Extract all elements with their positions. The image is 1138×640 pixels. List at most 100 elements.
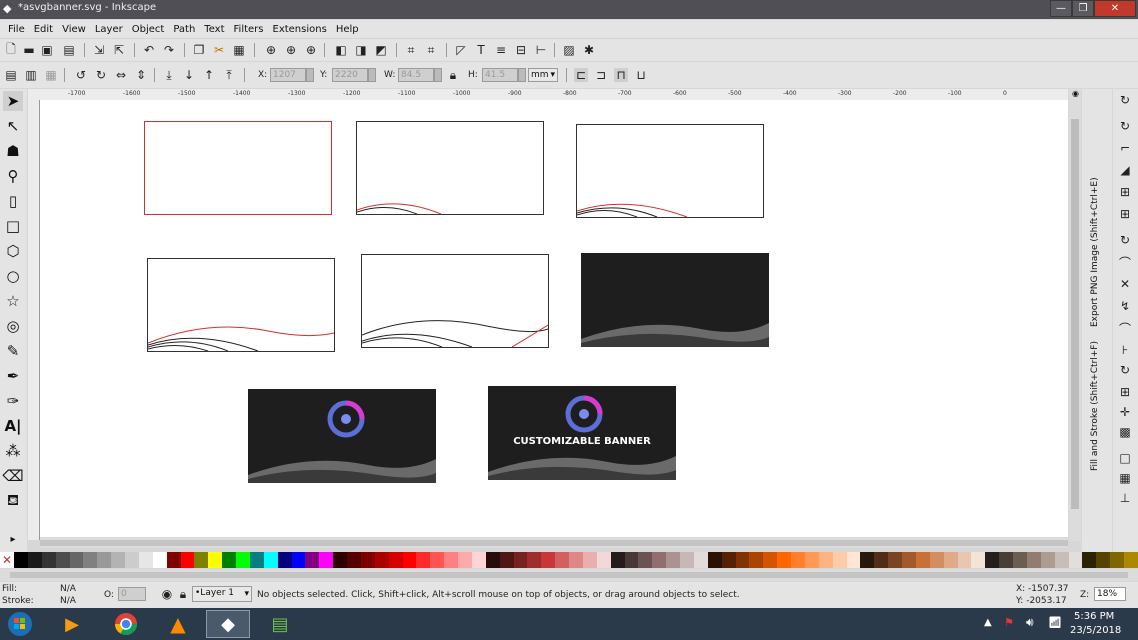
snap-edges-icon[interactable]: ⌐ [1118,141,1132,155]
menu-layer[interactable]: Layer [95,24,123,35]
color-swatch[interactable] [749,552,764,568]
color-swatch[interactable] [902,552,916,568]
color-swatch[interactable] [319,552,334,568]
move-patterns-icon[interactable]: ⊔ [634,68,648,82]
color-swatch[interactable] [416,552,431,568]
objects-icon[interactable]: ⊢ [534,43,548,57]
snap-cusp-icon[interactable]: ↯ [1118,299,1132,313]
color-swatch[interactable] [818,552,833,568]
color-swatch[interactable] [1082,552,1097,568]
zoom-tool-icon[interactable]: ⚲ [3,166,23,186]
pencil-tool-icon[interactable]: ✎ [3,341,23,361]
clock-date[interactable]: 23/5/2018 [1070,625,1121,636]
undo-icon[interactable]: ↶ [142,43,156,57]
w-spin-button[interactable] [434,68,442,82]
color-swatch[interactable] [374,552,389,568]
scroll-thumb[interactable] [40,540,1068,546]
color-swatch[interactable] [222,552,236,568]
color-swatch[interactable] [1054,552,1069,568]
banner-draft-1[interactable] [144,121,332,215]
lower-to-bottom-icon[interactable]: ⤓ [162,68,176,82]
redo-icon[interactable]: ↷ [162,43,176,57]
banner-draft-3[interactable] [576,124,764,218]
color-swatch[interactable] [707,552,722,568]
color-swatch[interactable] [55,552,70,568]
text-tool-icon[interactable]: A| [3,416,23,436]
palette-scrollbar[interactable] [0,569,1138,581]
color-swatch[interactable] [263,552,278,568]
menu-object[interactable]: Object [132,24,165,35]
vertical-ruler[interactable] [28,100,40,540]
select-all-icon[interactable]: ▤ [4,68,18,82]
color-swatch[interactable] [985,552,1000,568]
menu-file[interactable]: File [8,24,25,35]
snap-center-icon[interactable]: ⊞ [1118,207,1132,221]
color-swatch[interactable] [249,552,264,568]
snap-nodes-icon[interactable]: ↻ [1118,233,1132,247]
inkscape-taskbar-button[interactable]: ◆ [206,610,250,638]
menu-edit[interactable]: Edit [34,24,53,35]
zoom-page-icon[interactable]: ⊕ [304,43,318,57]
snap-object-center-icon[interactable]: ⊞ [1118,385,1132,399]
print-icon[interactable]: ▤ [62,43,76,57]
scale-corners-icon[interactable]: ⊐ [594,68,608,82]
chevron-right-icon[interactable]: ▸ [3,529,23,549]
bucket-tool-icon[interactable]: ⛾ [3,491,23,511]
volume-icon[interactable]: 🔊︎ [1026,615,1034,630]
menu-view[interactable]: View [62,24,86,35]
color-swatch[interactable] [1096,552,1111,568]
color-swatch[interactable] [236,552,250,568]
align-distribute-icon[interactable]: ⊟ [514,43,528,57]
snap-corners-icon[interactable]: ◢ [1118,163,1132,177]
color-swatch[interactable] [957,552,972,568]
ungroup-icon[interactable]: ⌗ [424,43,438,57]
color-swatch[interactable] [194,552,209,568]
flip-vertical-icon[interactable]: ⇕ [134,68,148,82]
color-swatch[interactable] [388,552,403,568]
xml-editor-icon[interactable]: ≡ [494,43,508,57]
select-all-layers-icon[interactable]: ▥ [24,68,38,82]
color-swatch[interactable] [652,552,667,568]
color-swatch[interactable] [1013,552,1027,568]
banner-draft-2[interactable] [356,121,544,215]
spiral-tool-icon[interactable]: ◎ [3,316,23,336]
menu-text[interactable]: Text [204,24,224,35]
rotate-cw-icon[interactable]: ↻ [94,68,108,82]
color-swatch[interactable] [152,552,167,568]
duplicate-icon[interactable]: ◧ [334,43,348,57]
color-swatch[interactable] [360,552,375,568]
color-swatch[interactable] [860,552,875,568]
rotate-ccw-icon[interactable]: ↺ [74,68,88,82]
lock-icon[interactable]: 🔒︎ [446,68,460,82]
color-swatch[interactable] [138,552,153,568]
color-swatch[interactable] [277,552,292,568]
vlc-taskbar-button[interactable]: ▲ [156,610,200,638]
color-swatch[interactable] [111,552,125,568]
h-spin-button[interactable] [518,68,526,82]
color-swatch[interactable] [777,552,791,568]
color-swatch[interactable] [14,552,28,568]
flip-horizontal-icon[interactable]: ⇔ [114,68,128,82]
color-swatch[interactable] [874,552,889,568]
color-swatch[interactable] [69,552,84,568]
color-swatch[interactable] [41,552,56,568]
color-swatch[interactable] [624,552,639,568]
color-swatch[interactable] [832,552,847,568]
snap-rotation-center-icon[interactable]: ✛ [1118,405,1132,419]
lock-icon[interactable]: 🔒︎ [176,587,190,601]
snap-line-midpoints-icon[interactable]: ⊦ [1118,343,1132,357]
cut-icon[interactable]: ✂ [212,43,226,57]
document-properties-icon[interactable]: ▨ [562,43,576,57]
banner-final[interactable]: CUSTOMIZABLE BANNER [488,386,676,480]
color-swatch[interactable] [791,552,805,568]
tray-arrow-icon[interactable]: ▲ [984,617,992,628]
snap-bbox-icon[interactable]: ↻ [1118,119,1132,133]
snap-toggle-icon[interactable]: ↻ [1118,93,1132,107]
x-input[interactable]: 1207 [270,68,306,82]
media-player-taskbar-button[interactable]: ▶ [50,610,94,638]
move-gradients-icon[interactable]: ⊓ [614,68,628,82]
export-png-tab[interactable]: Export PNG Image (Shift+Ctrl+E) [1090,177,1104,327]
preferences-icon[interactable]: ✱ [582,43,596,57]
chrome-taskbar-button[interactable] [104,610,148,638]
eraser-tool-icon[interactable]: ⌫ [2,466,23,486]
